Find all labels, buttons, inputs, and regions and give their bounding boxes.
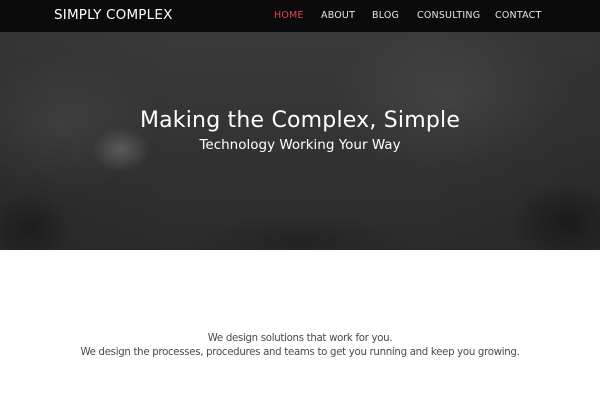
intro-text-line-2: We design the processes, procedures and … [80,347,520,358]
nav-about-link[interactable]: ABOUT [321,10,355,24]
nav-blog-link[interactable]: BLOG [372,10,399,24]
hero-banner: Making the Complex, Simple Technology Wo… [0,32,600,250]
top-navbar: SIMPLY COMPLEX HOME ABOUT BLOG CONSULTIN… [0,0,600,32]
nav-home-link[interactable]: HOME [274,10,304,24]
intro-text-line-1: We design solutions that work for you. [207,333,393,344]
hero-subtitle: Technology Working Your Way [199,137,401,153]
brand-logo-link[interactable]: SIMPLY COMPLEX [54,7,173,23]
nav-consulting-link[interactable]: CONSULTING [417,10,480,24]
hero-title: Making the Complex, Simple [139,108,461,133]
nav-contact-link[interactable]: CONTACT [495,10,541,24]
